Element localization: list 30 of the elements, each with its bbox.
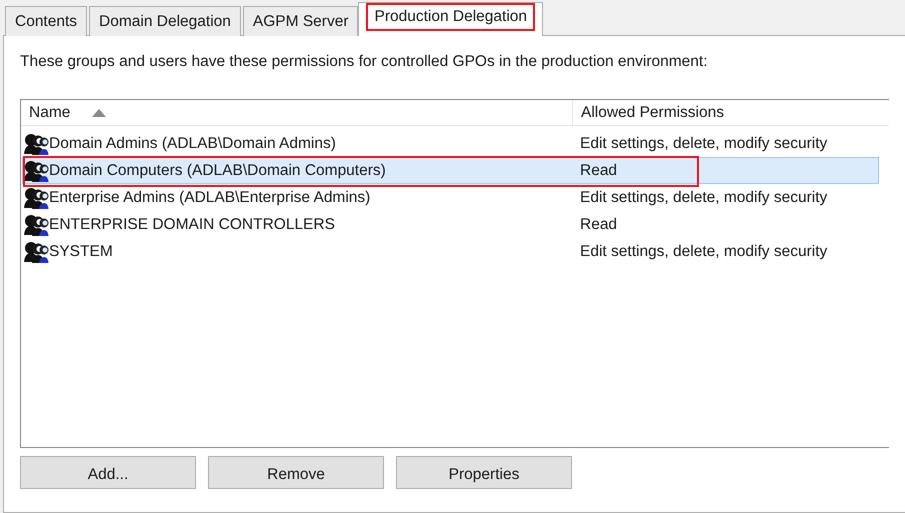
name-cell-text: Domain Computers (ADLAB\Domain Computers) xyxy=(49,161,386,181)
dialog-button[interactable]: Remove xyxy=(208,456,384,489)
tab[interactable]: AGPM Server xyxy=(242,6,358,36)
permissions-cell-text: Edit settings, delete, modify security xyxy=(579,242,828,262)
tab[interactable]: Contents xyxy=(5,6,88,36)
name-cell-text: Domain Admins (ADLAB\Domain Admins) xyxy=(49,134,336,154)
name-cell-text: Enterprise Admins (ADLAB\Enterprise Admins) xyxy=(49,188,370,208)
list-row[interactable]: Enterprise Admins (ADLAB\Enterprise Admins) Edit settings, delete, modify security xyxy=(22,184,879,212)
name-cell-text: ENTERPRISE DOMAIN CONTROLLERS xyxy=(49,215,335,235)
user-group-icon xyxy=(23,240,49,264)
permissions-cell-text: Read xyxy=(579,161,618,181)
description-text: These groups and users have these permissions for controlled GPOs in the production environment: xyxy=(20,52,709,72)
list-row[interactable]: ENTERPRISE DOMAIN CONTROLLERS Read xyxy=(22,211,879,238)
tab[interactable]: Production Delegation xyxy=(358,2,544,36)
list-row[interactable]: Domain Admins (ADLAB\Domain Admins) Edit settings, delete, modify security xyxy=(22,130,879,158)
permissions-cell-text: Read xyxy=(579,215,618,235)
user-group-icon xyxy=(23,212,49,237)
user-group-icon xyxy=(23,186,49,210)
list-row[interactable]: SYSTEM Edit settings, delete, modify security xyxy=(22,238,879,266)
column-header[interactable]: Allowed Permissions xyxy=(581,100,724,126)
dialog-button[interactable]: Properties xyxy=(396,456,572,489)
list-row[interactable]: Domain Computers (ADLAB\Domain Computers) Read xyxy=(22,157,879,184)
column-header[interactable]: Name xyxy=(29,100,70,126)
permissions-cell-text: Edit settings, delete, modify security xyxy=(579,188,828,208)
permissions-cell-text: Edit settings, delete, modify security xyxy=(579,134,828,154)
dialog-button[interactable]: Add... xyxy=(20,456,196,489)
name-cell-text: SYSTEM xyxy=(49,242,113,262)
user-group-icon xyxy=(23,132,49,156)
tab[interactable]: Domain Delegation xyxy=(89,6,241,36)
user-group-icon xyxy=(23,158,49,183)
